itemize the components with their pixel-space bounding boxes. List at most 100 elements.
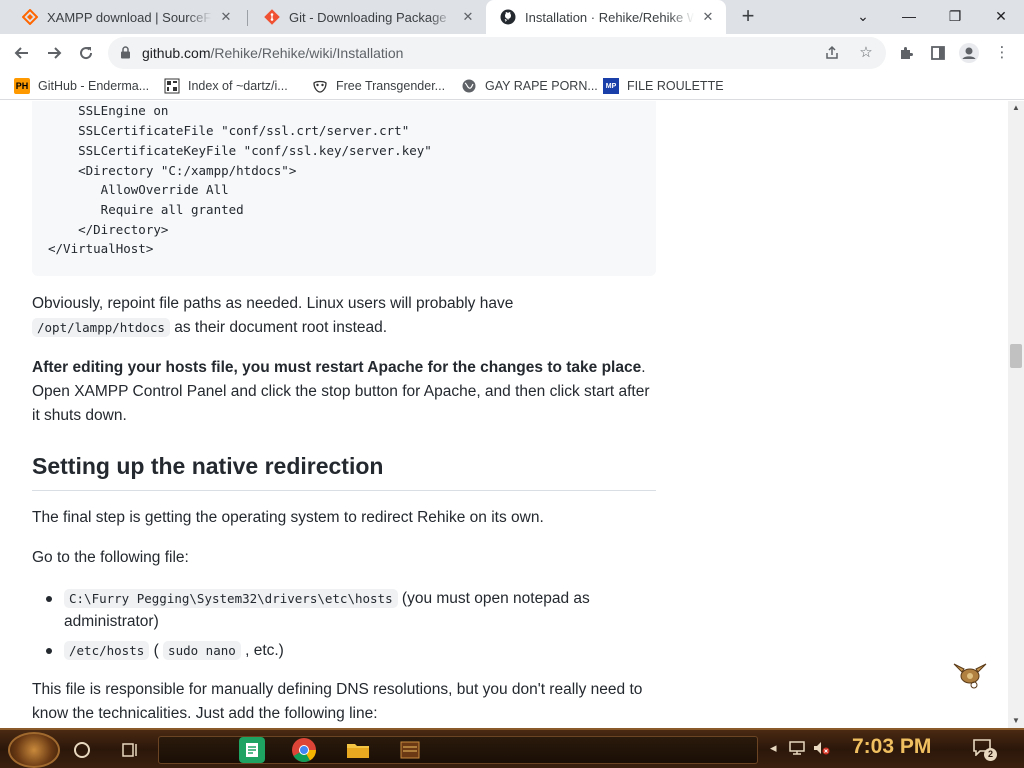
windows-taskbar: ◂ 7:03 PM 2	[0, 728, 1024, 768]
minimize-button[interactable]: —	[886, 0, 932, 34]
share-icon[interactable]	[822, 43, 842, 63]
section-heading: Setting up the native redirection	[32, 453, 656, 491]
sourceforge-icon	[22, 9, 38, 25]
bookmark-github-enderman[interactable]: PH GitHub - Enderma...	[14, 76, 149, 96]
scroll-down-icon[interactable]: ▼	[1008, 714, 1024, 728]
bookmark-gay-rape[interactable]: GAY RAPE PORN...	[461, 76, 598, 96]
chrome-app-icon[interactable]	[291, 737, 317, 763]
close-tab-icon[interactable]: ✕	[700, 9, 716, 25]
browser-toolbar: github.com/Rehike/Rehike/wiki/Installati…	[0, 34, 1024, 72]
forward-arrow-icon	[48, 47, 62, 59]
tray-overflow-icon[interactable]: ◂	[770, 740, 777, 760]
notification-count-badge: 2	[984, 748, 997, 761]
network-icon[interactable]	[788, 740, 806, 760]
scroll-up-icon[interactable]: ▲	[1008, 101, 1024, 115]
paragraph-repoint-paths: Obviously, repoint file paths as needed.…	[32, 292, 656, 340]
bookmark-star-icon[interactable]: ☆	[856, 43, 876, 63]
list-text: (	[149, 642, 164, 659]
sheets-app-icon[interactable]	[239, 737, 265, 763]
roulette-icon: MP	[603, 78, 619, 94]
tab-title: XAMPP download | SourceForge.net	[47, 9, 212, 25]
index-icon	[164, 78, 180, 94]
tab-search-button[interactable]: ⌄	[840, 0, 886, 34]
github-icon	[500, 9, 516, 25]
git-icon	[264, 9, 280, 25]
ph-icon: PH	[14, 78, 30, 94]
mask-icon	[312, 78, 328, 94]
back-button[interactable]	[8, 39, 36, 67]
list-item: /etc/hosts ( sudo nano , etc.)	[32, 639, 656, 662]
start-button[interactable]	[8, 732, 60, 768]
close-tab-icon[interactable]: ✕	[218, 9, 234, 25]
tab-separator	[247, 10, 248, 26]
steampunk-app-icon[interactable]	[397, 737, 423, 763]
list-item: C:\Furry Pegging\System32\drivers\etc\ho…	[32, 587, 656, 633]
close-tab-icon[interactable]: ✕	[460, 9, 476, 25]
steampunk-bird-icon	[953, 663, 987, 689]
new-tab-button[interactable]: +	[736, 5, 760, 29]
inline-code: /etc/hosts	[64, 641, 150, 660]
tab-git-download[interactable]: Git - Downloading Package ✕	[250, 0, 486, 34]
maximize-button[interactable]: ❐	[932, 0, 978, 34]
tab-title: Installation · Rehike/Rehike Wiki	[525, 9, 694, 25]
url-text: github.com/Rehike/Rehike/wiki/Installati…	[142, 45, 403, 61]
cortana-icon[interactable]	[68, 736, 96, 764]
bookmark-label: GAY RAPE PORN...	[485, 79, 598, 93]
taskbar-clock[interactable]: 7:03 PM	[852, 735, 931, 759]
code-line: SSLCertificateFile "conf/ssl.crt/server.…	[48, 123, 410, 138]
bullet	[46, 596, 52, 602]
code-line: </Directory>	[48, 222, 169, 237]
tab-strip: XAMPP download | SourceForge.net ✕ Git -…	[0, 0, 1024, 34]
paragraph-text: as their document root instead.	[169, 319, 388, 336]
kebab-menu-icon[interactable]: ⋮	[992, 43, 1012, 63]
code-line: SSLCertificateKeyFile "conf/ssl.key/serv…	[48, 143, 432, 158]
bookmark-label: Free Transgender...	[336, 79, 446, 93]
taskbar-apps-area	[158, 736, 758, 764]
bullet	[46, 648, 52, 654]
tab-title: Git - Downloading Package	[289, 9, 447, 25]
reload-button[interactable]	[72, 39, 100, 67]
page-scrollbar[interactable]: ▲ ▼	[1008, 101, 1024, 728]
paragraph-restart-apache: After editing your hosts file, you must …	[32, 356, 656, 428]
list-text: , etc.)	[240, 642, 284, 659]
tab-rehike-installation[interactable]: Installation · Rehike/Rehike Wiki ✕	[486, 0, 726, 34]
lock-icon	[121, 46, 130, 59]
bookmark-free-transgender[interactable]: Free Transgender...	[312, 76, 445, 96]
scrollbar-thumb[interactable]	[1010, 344, 1022, 368]
side-panel-icon[interactable]	[928, 43, 948, 63]
bookmark-label: GitHub - Enderma...	[38, 79, 150, 93]
bookmark-label: Index of ~dartz/i...	[188, 79, 288, 93]
paragraph-final-step: The final step is getting the operating …	[32, 509, 544, 526]
code-line: SSLEngine on	[48, 103, 169, 118]
reload-icon	[80, 47, 93, 60]
code-line: AllowOverride All	[48, 182, 229, 197]
paragraph-go-to-file: Go to the following file:	[32, 549, 189, 566]
forward-button[interactable]	[40, 39, 68, 67]
url-path: /Rehike/Rehike/wiki/Installation	[210, 45, 404, 61]
bookmark-index-dartz[interactable]: Index of ~dartz/i...	[164, 76, 288, 96]
extensions-icon[interactable]	[896, 43, 916, 63]
bookmark-label: FILE ROULETTE	[627, 79, 724, 93]
inline-code: /opt/lampp/htdocs	[32, 318, 170, 337]
file-explorer-icon[interactable]	[345, 737, 371, 763]
bookmarks-bar: PH GitHub - Enderma... Index of ~dartz/i…	[0, 72, 1024, 100]
url-host: github.com	[142, 45, 211, 61]
task-view-icon[interactable]	[116, 736, 144, 764]
bold-text: After editing your hosts file, you must …	[32, 359, 642, 376]
code-line: Require all granted	[48, 202, 244, 217]
code-block: SSLEngine on SSLCertificateFile "conf/ss…	[32, 101, 656, 276]
profile-avatar-icon[interactable]	[959, 43, 979, 63]
wiki-content: SSLEngine on SSLCertificateFile "conf/ss…	[0, 101, 1008, 728]
tab-xampp-download[interactable]: XAMPP download | SourceForge.net ✕	[8, 0, 244, 34]
address-bar[interactable]: github.com/Rehike/Rehike/wiki/Installati…	[108, 37, 886, 69]
close-window-button[interactable]: ✕	[978, 0, 1024, 34]
bookmark-file-roulette[interactable]: MP FILE ROULETTE	[603, 76, 724, 96]
code-line: <Directory "C:/xampp/htdocs">	[48, 163, 297, 178]
volume-muted-icon[interactable]	[812, 740, 830, 760]
back-arrow-icon	[14, 47, 28, 59]
inline-code: C:\Furry Pegging\System32\drivers\etc\ho…	[64, 589, 398, 608]
inline-code: sudo nano	[163, 641, 241, 660]
paragraph-dns: This file is responsible for manually de…	[32, 681, 643, 722]
paragraph-text: Obviously, repoint file paths as needed.…	[32, 295, 514, 312]
code-line: </VirtualHost>	[48, 241, 154, 256]
